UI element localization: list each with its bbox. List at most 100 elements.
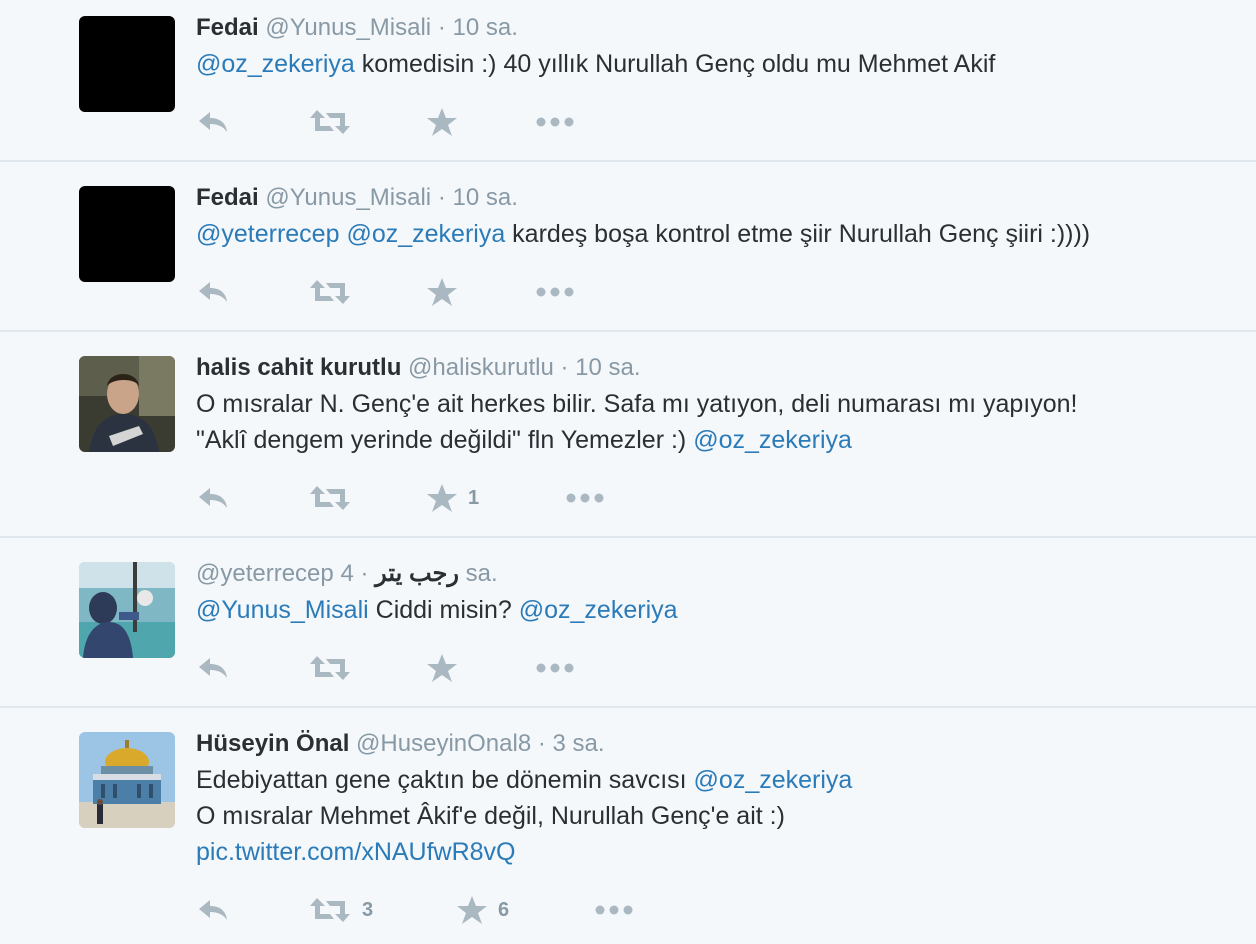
tweet[interactable]: @yeterrecep رجب يتر · 4 sa. @Yunus_Misal… bbox=[0, 538, 1256, 708]
tweet-text-segment: "Aklî dengem yerinde değildi" fln Yemezl… bbox=[196, 426, 694, 454]
retweet-button[interactable] bbox=[308, 648, 362, 688]
reply-button[interactable] bbox=[196, 272, 232, 312]
retweet-button[interactable] bbox=[308, 478, 362, 518]
retweet-button[interactable] bbox=[308, 102, 362, 142]
favorite-button[interactable] bbox=[426, 272, 468, 312]
retweet-button[interactable]: 3 bbox=[308, 890, 373, 930]
more-icon bbox=[594, 904, 634, 916]
fullname[interactable]: halis cahit kurutlu bbox=[196, 354, 401, 381]
timestamp[interactable]: 3 sa. bbox=[553, 730, 605, 757]
more-button[interactable] bbox=[535, 272, 575, 312]
tweet-text-segment: O mısralar Mehmet Âkif'e değil, Nurullah… bbox=[196, 802, 785, 830]
tweet-text-line: "Aklî dengem yerinde değildi" fln Yemezl… bbox=[196, 422, 1236, 458]
retweet-icon bbox=[308, 483, 352, 513]
avatar[interactable] bbox=[79, 732, 175, 828]
tweet-text: @Yunus_Misali Ciddi misin? @oz_zekeriya bbox=[196, 592, 1236, 628]
tweet-text-segment: kardeş boşa kontrol etme şiir Nurullah G… bbox=[505, 220, 1091, 248]
username[interactable]: @Yunus_Misali bbox=[265, 14, 431, 41]
avatar[interactable] bbox=[79, 356, 175, 452]
tweet-text-line: @oz_zekeriya komedisin :) 40 yıllık Nuru… bbox=[196, 46, 1236, 82]
tweet-text-segment: Edebiyattan gene çaktın be dönemin savcı… bbox=[196, 766, 694, 794]
tweet-header: Fedai @Yunus_Misali · 10 sa. bbox=[196, 184, 1236, 212]
retweet-count: 3 bbox=[362, 898, 374, 921]
favorite-count: 1 bbox=[468, 486, 480, 509]
favorite-button[interactable]: 6 bbox=[456, 890, 509, 930]
username[interactable]: @yeterrecep bbox=[196, 560, 334, 587]
star-icon bbox=[456, 895, 488, 925]
fullname[interactable]: Fedai bbox=[196, 184, 259, 211]
tweet[interactable]: halis cahit kurutlu @haliskurutlu · 10 s… bbox=[0, 332, 1256, 538]
avatar[interactable] bbox=[79, 186, 175, 282]
star-icon bbox=[426, 277, 458, 307]
more-button[interactable] bbox=[535, 102, 575, 142]
more-icon bbox=[565, 492, 605, 504]
mention-link[interactable]: @oz_zekeriya bbox=[694, 766, 853, 794]
reply-button[interactable] bbox=[196, 890, 232, 930]
tweet-text-line: @yeterrecep @oz_zekeriya kardeş boşa kon… bbox=[196, 216, 1236, 252]
avatar[interactable] bbox=[79, 16, 175, 112]
fullname[interactable]: Hüseyin Önal bbox=[196, 730, 349, 757]
reply-icon bbox=[196, 653, 232, 683]
tweet-header: Hüseyin Önal @HuseyinOnal8 · 3 sa. bbox=[196, 730, 1236, 758]
tweet[interactable]: Fedai @Yunus_Misali · 10 sa. @yeterrecep… bbox=[0, 162, 1256, 332]
mention-link[interactable]: @oz_zekeriya bbox=[196, 50, 355, 78]
username[interactable]: @haliskurutlu bbox=[408, 354, 554, 381]
mention-link[interactable]: @oz_zekeriya bbox=[519, 596, 678, 624]
mention-link[interactable]: @Yunus_Misali bbox=[196, 596, 369, 624]
url-link[interactable]: pic.twitter.com/xNAUfwR8vQ bbox=[196, 838, 516, 866]
separator-dot: · bbox=[560, 354, 569, 381]
tweet-text-segment: O mısralar N. Genç'e ait herkes bilir. S… bbox=[196, 390, 1078, 418]
fullname[interactable]: رجب يتر bbox=[375, 560, 459, 587]
tweet[interactable]: Hüseyin Önal @HuseyinOnal8 · 3 sa. Edebi… bbox=[0, 708, 1256, 944]
more-button[interactable] bbox=[565, 478, 605, 518]
reply-button[interactable] bbox=[196, 648, 232, 688]
tweet-text-line: pic.twitter.com/xNAUfwR8vQ bbox=[196, 834, 1236, 870]
tweet-header: Fedai @Yunus_Misali · 10 sa. bbox=[196, 14, 1236, 42]
username[interactable]: @Yunus_Misali bbox=[265, 184, 431, 211]
more-icon bbox=[535, 662, 575, 674]
mention-link[interactable]: @oz_zekeriya bbox=[693, 426, 852, 454]
timestamp[interactable]: 10 sa. bbox=[452, 14, 517, 41]
retweet-icon bbox=[308, 653, 352, 683]
tweet-text-line: @Yunus_Misali Ciddi misin? @oz_zekeriya bbox=[196, 592, 1236, 628]
reply-button[interactable] bbox=[196, 102, 232, 142]
favorite-button[interactable] bbox=[426, 102, 468, 142]
star-icon bbox=[426, 107, 458, 137]
tweet-header: halis cahit kurutlu @haliskurutlu · 10 s… bbox=[196, 354, 1236, 382]
tweet-text: O mısralar N. Genç'e ait herkes bilir. S… bbox=[196, 386, 1236, 458]
favorite-count: 6 bbox=[498, 898, 510, 921]
tweet-text: @yeterrecep @oz_zekeriya kardeş boşa kon… bbox=[196, 216, 1236, 252]
separator-dot: · bbox=[437, 14, 446, 41]
tweet-text: Edebiyattan gene çaktın be dönemin savcı… bbox=[196, 762, 1236, 870]
tweet[interactable]: Fedai @Yunus_Misali · 10 sa. @oz_zekeriy… bbox=[0, 0, 1256, 162]
more-icon bbox=[535, 116, 575, 128]
favorite-button[interactable] bbox=[426, 648, 468, 688]
tweet-text-line: Edebiyattan gene çaktın be dönemin savcı… bbox=[196, 762, 1236, 798]
mention-link[interactable]: @yeterrecep bbox=[196, 220, 340, 248]
fullname[interactable]: Fedai bbox=[196, 14, 259, 41]
tweet-text-line: O mısralar N. Genç'e ait herkes bilir. S… bbox=[196, 386, 1236, 422]
tweet-text-segment: Ciddi misin? bbox=[368, 596, 519, 624]
retweet-button[interactable] bbox=[308, 272, 362, 312]
star-icon bbox=[426, 483, 458, 513]
more-button[interactable] bbox=[594, 890, 634, 930]
reply-icon bbox=[196, 277, 232, 307]
more-icon bbox=[535, 286, 575, 298]
timestamp[interactable]: 10 sa. bbox=[575, 354, 640, 381]
reply-button[interactable] bbox=[196, 478, 232, 518]
tweet-text: @oz_zekeriya komedisin :) 40 yıllık Nuru… bbox=[196, 46, 1236, 82]
tweet-header: @yeterrecep رجب يتر · 4 sa. bbox=[196, 560, 1236, 588]
retweet-icon bbox=[308, 895, 352, 925]
username[interactable]: @HuseyinOnal8 bbox=[356, 730, 531, 757]
separator-dot: · bbox=[537, 730, 546, 757]
retweet-icon bbox=[308, 277, 352, 307]
separator-dot: · bbox=[437, 184, 446, 211]
tweet-text-segment: komedisin :) 40 yıllık Nurullah Genç old… bbox=[354, 50, 996, 78]
favorite-button[interactable]: 1 bbox=[426, 478, 479, 518]
tweet-text-line: O mısralar Mehmet Âkif'e değil, Nurullah… bbox=[196, 798, 1236, 834]
more-button[interactable] bbox=[535, 648, 575, 688]
avatar[interactable] bbox=[79, 562, 175, 658]
mention-link[interactable]: @oz_zekeriya bbox=[346, 220, 505, 248]
timestamp[interactable]: 10 sa. bbox=[452, 184, 517, 211]
timeline: Fedai @Yunus_Misali · 10 sa. @oz_zekeriy… bbox=[0, 0, 1256, 944]
